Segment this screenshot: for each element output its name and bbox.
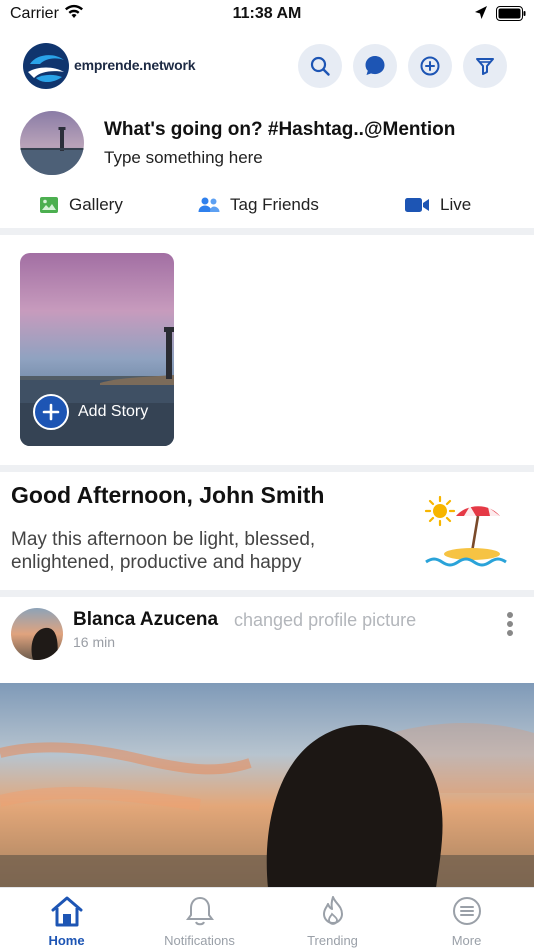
filter-icon (476, 58, 494, 75)
greeting-title: Good Afternoon, John Smith (11, 482, 325, 508)
section-divider (0, 590, 534, 597)
tab-notifications-label: Notifications (164, 933, 235, 948)
bottom-tab-bar: Home Notifications Trending More (0, 887, 534, 950)
tag-friends-label: Tag Friends (230, 195, 319, 214)
chat-icon (365, 56, 385, 75)
status-bar: Carrier 11:38 AM (0, 0, 534, 30)
create-button[interactable] (408, 44, 452, 88)
tab-home[interactable]: Home (0, 888, 133, 950)
search-button[interactable] (298, 44, 342, 88)
gallery-icon (40, 197, 58, 213)
tab-trending[interactable]: Trending (266, 888, 399, 950)
post-composer[interactable]: What's going on? #Hashtag..@Mention Type… (0, 108, 534, 182)
tab-home-label: Home (48, 933, 85, 948)
gallery-label: Gallery (69, 195, 123, 214)
status-time: 11:38 AM (232, 5, 302, 22)
more-icon (452, 897, 481, 925)
post-options-button[interactable] (504, 612, 516, 642)
search-icon (310, 56, 330, 76)
tab-trending-label: Trending (307, 933, 358, 948)
post-activity-text: changed profile picture (234, 610, 417, 630)
location-icon (474, 5, 488, 26)
friends-icon (198, 197, 220, 212)
post-author-avatar[interactable] (11, 608, 63, 660)
composer-prompt[interactable]: What's going on? #Hashtag..@Mention (104, 119, 455, 141)
tab-more-label: More (451, 933, 482, 948)
live-button[interactable]: Live (404, 190, 471, 220)
video-icon (405, 198, 429, 212)
tag-friends-button[interactable]: Tag Friends (198, 190, 319, 220)
post-author-name[interactable]: Blanca Azucena (73, 609, 218, 631)
composer-placeholder[interactable]: Type something here (104, 148, 263, 168)
home-icon (51, 896, 82, 927)
user-avatar[interactable] (20, 111, 84, 175)
tab-notifications[interactable]: Notifications (133, 888, 266, 950)
battery-icon (496, 6, 526, 26)
filter-button[interactable] (463, 44, 507, 88)
bell-icon (185, 896, 214, 926)
add-story-card[interactable]: Add Story (20, 253, 174, 446)
more-vertical-icon (507, 612, 513, 618)
brand-name: emprende.network (74, 57, 196, 73)
tab-more[interactable]: More (400, 888, 533, 950)
app-header: emprende.network (0, 38, 534, 98)
plus-icon (42, 403, 60, 421)
section-divider (0, 465, 534, 472)
messages-button[interactable] (353, 44, 397, 88)
add-story-button[interactable] (33, 394, 69, 430)
live-label: Live (440, 195, 472, 214)
beach-umbrella-icon (422, 494, 508, 575)
composer-actions: Gallery Tag Friends Live (0, 190, 534, 220)
section-divider (0, 228, 534, 235)
add-circle-icon (420, 56, 440, 76)
brand-logo[interactable] (22, 42, 70, 90)
post-image[interactable] (0, 683, 534, 888)
flame-icon (322, 896, 343, 925)
post-timestamp: 16 min (73, 634, 116, 650)
gallery-button[interactable]: Gallery (39, 190, 123, 220)
add-story-label: Add Story (78, 403, 149, 420)
greeting-message: May this afternoon be light, blessed, en… (11, 529, 316, 573)
